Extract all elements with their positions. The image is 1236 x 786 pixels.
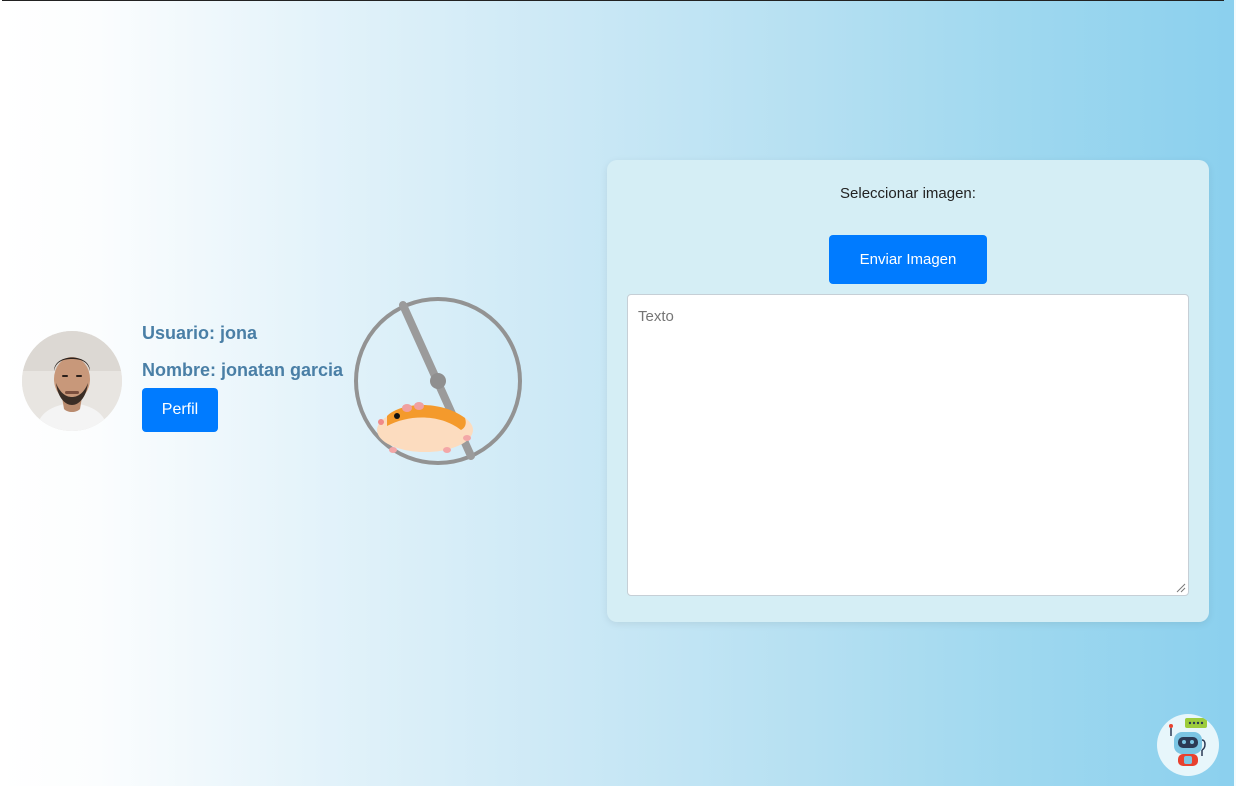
full-name-label: Nombre: jonatan garcia [142,360,344,380]
select-image-label: Seleccionar imagen: [840,185,976,202]
text-input-area[interactable]: Texto [627,294,1189,596]
username-label: Usuario: jona [142,323,258,343]
profile-button[interactable]: Perfil [142,388,218,432]
textarea-placeholder: Texto [638,308,674,325]
robot-chat-icon [1169,718,1207,766]
page-background: Usuario: jona Nombre: jonatan garcia Per… [0,0,1236,786]
image-upload-card: Seleccionar imagen: Enviar Imagen Texto [607,160,1209,622]
hamster [377,402,473,453]
chatbot-button[interactable] [1157,714,1219,776]
top-divider [2,0,1224,1]
avatar [22,331,122,431]
resize-grip-icon[interactable] [1176,583,1186,593]
send-image-button[interactable]: Enviar Imagen [829,235,987,284]
hamster-wheel-icon [353,296,523,466]
user-photo-icon [22,331,122,431]
